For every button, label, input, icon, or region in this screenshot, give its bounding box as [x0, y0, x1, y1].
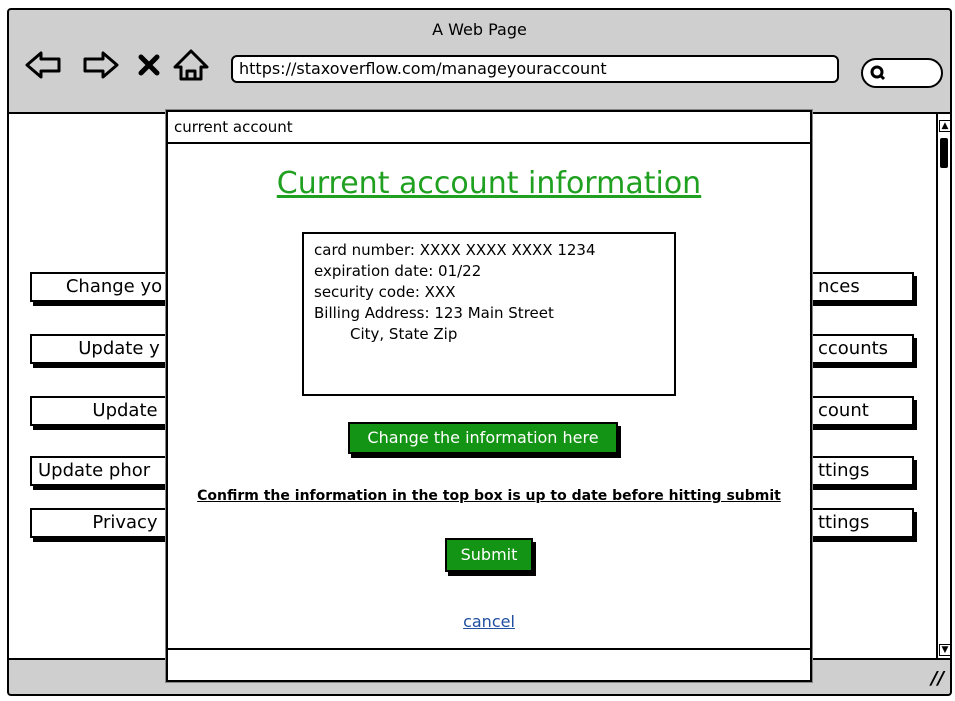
privacy-button[interactable]: Privacy — [30, 508, 180, 538]
resize-grip-icon[interactable]: // — [931, 668, 944, 689]
search-input[interactable] — [861, 58, 943, 88]
window-title: A Web Page — [432, 20, 527, 39]
confirm-instruction: Confirm the information in the top box i… — [197, 488, 781, 504]
scroll-up-icon[interactable]: ▲ — [939, 120, 950, 132]
update-button-1[interactable]: Update y — [30, 334, 180, 364]
expiration-date: expiration date: 01/22 — [314, 262, 482, 280]
preferences-button[interactable]: nces — [800, 272, 914, 302]
account-info-box: card number: XXXX XXXX XXXX 1234 expirat… — [302, 232, 676, 396]
close-icon[interactable] — [135, 45, 163, 85]
card-number: card number: XXXX XXXX XXXX 1234 — [314, 241, 596, 259]
linked-accounts-button[interactable]: ccounts — [800, 334, 914, 364]
change-information-button[interactable]: Change the information here — [348, 422, 618, 454]
dialog-title: current account — [168, 112, 810, 144]
arrow-right-icon[interactable] — [79, 45, 121, 85]
dialog-heading: Current account information — [276, 166, 702, 201]
billing-address: Billing Address: 123 Main Street — [314, 304, 554, 322]
billing-city-state: City, State Zip — [350, 325, 458, 343]
dialog-footer — [168, 648, 810, 680]
delete-account-button[interactable]: count — [800, 396, 914, 426]
scroll-thumb[interactable] — [940, 138, 948, 168]
update-phone-button[interactable]: Update phor — [30, 456, 180, 486]
current-account-dialog: current account Current account informat… — [166, 110, 812, 682]
cancel-link[interactable]: cancel — [168, 612, 810, 631]
search-icon — [869, 64, 887, 82]
vertical-scrollbar[interactable]: ▲ ▼ — [936, 112, 950, 660]
arrow-left-icon[interactable] — [23, 45, 65, 85]
update-button-2[interactable]: Update — [30, 396, 180, 426]
address-bar[interactable]: https://staxoverflow.com/manageyouraccou… — [231, 55, 839, 83]
submit-button[interactable]: Submit — [445, 538, 533, 572]
home-icon[interactable] — [171, 45, 211, 85]
settings-button-2[interactable]: ttings — [800, 508, 914, 538]
security-code: security code: XXX — [314, 283, 456, 301]
scroll-down-icon[interactable]: ▼ — [939, 644, 950, 656]
settings-button-1[interactable]: ttings — [800, 456, 914, 486]
change-account-button[interactable]: Change yo — [30, 272, 180, 302]
